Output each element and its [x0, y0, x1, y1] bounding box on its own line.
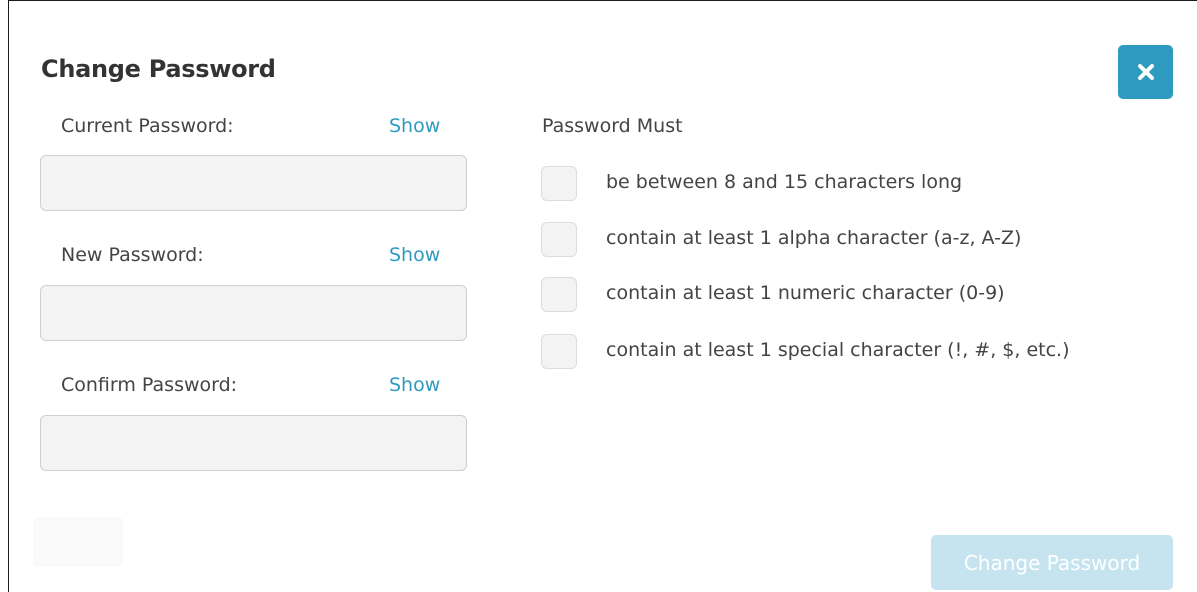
- requirement-checkbox: [541, 277, 577, 312]
- requirement-numeric: contain at least 1 numeric character (0-…: [541, 277, 1161, 313]
- current-password-label: Current Password:: [61, 115, 234, 137]
- requirement-alpha: contain at least 1 alpha character (a-z,…: [541, 222, 1161, 258]
- confirm-password-label: Confirm Password:: [61, 374, 238, 396]
- new-password-show-toggle[interactable]: Show: [389, 244, 440, 266]
- confirm-password-input[interactable]: [40, 415, 467, 471]
- close-button[interactable]: [1118, 45, 1173, 99]
- current-password-input[interactable]: [40, 155, 467, 211]
- requirement-checkbox: [541, 334, 577, 369]
- change-password-dialog: Change Password Current Password: Show N…: [8, 0, 1197, 592]
- requirement-checkbox: [541, 166, 577, 201]
- close-icon: [1137, 64, 1154, 80]
- faint-placeholder-block: [33, 517, 123, 567]
- new-password-input[interactable]: [40, 285, 467, 341]
- requirement-special: contain at least 1 special character (!,…: [541, 334, 1161, 370]
- change-password-button[interactable]: Change Password: [931, 535, 1173, 590]
- password-requirements-title: Password Must: [542, 115, 683, 137]
- confirm-password-show-toggle[interactable]: Show: [389, 374, 440, 396]
- new-password-label: New Password:: [61, 244, 204, 266]
- requirement-text: be between 8 and 15 characters long: [606, 171, 963, 193]
- dialog-title: Change Password: [41, 55, 276, 83]
- requirement-length: be between 8 and 15 characters long: [541, 166, 1161, 202]
- current-password-show-toggle[interactable]: Show: [389, 115, 440, 137]
- requirement-text: contain at least 1 alpha character (a-z,…: [606, 227, 1022, 249]
- requirement-checkbox: [541, 222, 577, 257]
- requirement-text: contain at least 1 special character (!,…: [606, 339, 1070, 361]
- requirement-text: contain at least 1 numeric character (0-…: [606, 282, 1005, 304]
